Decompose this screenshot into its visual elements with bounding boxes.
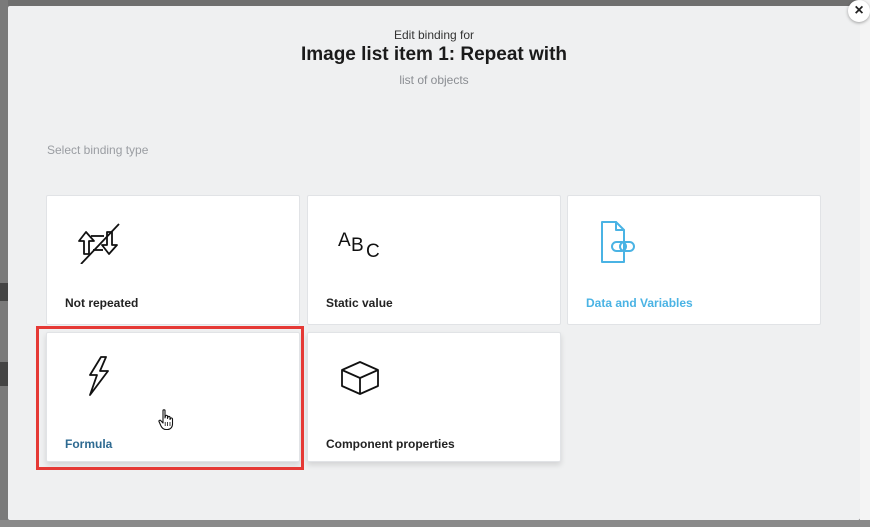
section-label: Select binding type (47, 143, 149, 157)
not-repeated-icon (78, 223, 120, 264)
binding-option-label: Component properties (326, 437, 455, 451)
svg-text:B: B (351, 235, 364, 256)
dialog-title: Image list item 1: Repeat with (300, 44, 568, 65)
abc-icon: A B C (338, 230, 380, 262)
svg-text:A: A (338, 230, 351, 251)
cube-icon (341, 361, 379, 395)
binding-option-label: Data and Variables (586, 296, 693, 310)
data-link-icon (601, 221, 635, 263)
background-app-bottom (0, 520, 870, 527)
hand-cursor-icon (158, 409, 174, 431)
svg-text:C: C (366, 241, 380, 262)
lightning-icon (89, 356, 109, 396)
binding-option-formula[interactable]: Formula (46, 332, 300, 462)
close-button[interactable]: × (848, 0, 870, 22)
binding-option-data-and-variables[interactable]: Data and Variables (567, 195, 821, 325)
binding-option-label: Static value (326, 296, 393, 310)
binding-option-label: Formula (65, 437, 113, 451)
dialog-heading-small: Edit binding for (393, 28, 475, 42)
binding-option-label: Not repeated (65, 296, 139, 310)
binding-option-not-repeated[interactable]: Not repeated (46, 195, 300, 325)
dialog-subtitle: list of objects (399, 73, 469, 87)
binding-option-static-value[interactable]: A B C Static value (307, 195, 561, 325)
background-app-left (0, 0, 8, 527)
binding-option-component-properties[interactable]: Component properties (307, 332, 561, 462)
background-app-right (860, 0, 870, 527)
edit-binding-dialog: Edit binding for Image list item 1: Repe… (8, 6, 860, 520)
